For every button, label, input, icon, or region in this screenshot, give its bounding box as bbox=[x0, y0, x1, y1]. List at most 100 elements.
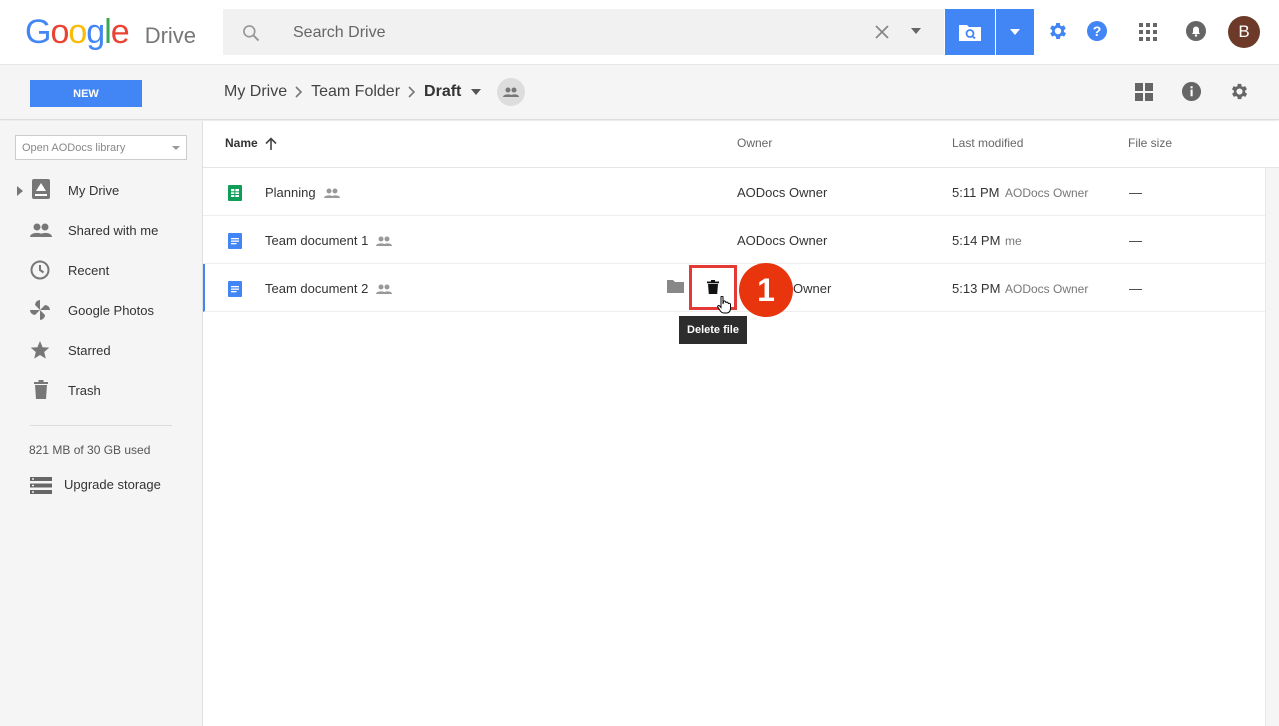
search-input[interactable] bbox=[293, 21, 853, 45]
file-name-text: Team document 2 bbox=[265, 281, 369, 296]
svg-text:?: ? bbox=[1093, 23, 1102, 39]
photos-icon bbox=[30, 300, 50, 320]
sidebar-item-label: Shared with me bbox=[68, 223, 159, 238]
google-docs-icon bbox=[228, 281, 242, 297]
delete-file-tooltip: Delete file bbox=[679, 316, 747, 344]
expand-arrow-icon[interactable] bbox=[17, 186, 23, 196]
search-box bbox=[223, 9, 944, 55]
people-icon bbox=[30, 223, 52, 237]
chevron-right-icon bbox=[408, 86, 416, 98]
sidebar-item-shared-with-me[interactable]: Shared with me bbox=[0, 214, 203, 246]
modified-by: AODocs Owner bbox=[1005, 186, 1089, 200]
clock-icon bbox=[30, 260, 50, 280]
shared-folder-people-icon[interactable] bbox=[497, 78, 526, 106]
scrollbar[interactable] bbox=[1265, 168, 1279, 726]
sidebar-item-recent[interactable]: Recent bbox=[0, 254, 203, 286]
notifications-bell-icon[interactable] bbox=[1185, 20, 1207, 42]
shared-people-icon bbox=[323, 188, 340, 198]
sort-ascending-arrow-icon bbox=[265, 136, 277, 150]
column-header-file-size[interactable]: File size bbox=[1128, 136, 1172, 150]
drive-icon bbox=[32, 179, 50, 199]
modified-time: 5:11 PM bbox=[952, 185, 1000, 200]
modified-time: 5:13 PM bbox=[952, 281, 1001, 296]
breadcrumb: My Drive Team Folder Draft bbox=[224, 78, 526, 106]
modified-time: 5:14 PM bbox=[952, 233, 1001, 248]
move-to-folder-icon[interactable] bbox=[667, 280, 684, 293]
file-name[interactable]: Team document 1 bbox=[265, 233, 393, 248]
table-row[interactable]: Planning AODocs Owner 5:11 PM AODocs Own… bbox=[203, 168, 1265, 216]
file-size: — bbox=[1129, 185, 1142, 200]
grid-view-icon[interactable] bbox=[1135, 83, 1153, 101]
storage-usage: 821 MB of 30 GB used bbox=[29, 443, 151, 457]
apps-grid-icon[interactable] bbox=[1139, 23, 1157, 41]
modified-by: me bbox=[1005, 234, 1022, 248]
google-sheets-icon bbox=[228, 185, 242, 201]
search-icon[interactable] bbox=[241, 23, 261, 43]
column-header-owner[interactable]: Owner bbox=[737, 136, 772, 150]
settings-gear-icon[interactable] bbox=[1229, 81, 1250, 102]
owner-cell: Owner bbox=[793, 281, 832, 296]
storage-icon bbox=[30, 477, 52, 494]
google-logo-text: Google bbox=[25, 13, 130, 51]
avatar-initial: B bbox=[1238, 22, 1250, 41]
shared-people-icon bbox=[376, 236, 393, 246]
file-name-text: Planning bbox=[265, 185, 316, 200]
shared-people-icon bbox=[376, 284, 393, 294]
aodocs-search-button[interactable] bbox=[945, 9, 995, 55]
sidebar-item-label: My Drive bbox=[68, 183, 120, 198]
step-number-badge: 1 bbox=[739, 263, 793, 317]
action-bar: NEW My Drive Team Folder Draft bbox=[0, 65, 1279, 120]
file-size: — bbox=[1129, 233, 1142, 248]
file-name-text: Team document 1 bbox=[265, 233, 369, 248]
top-bar: Google Drive ? B bbox=[0, 0, 1279, 65]
column-header-last-modified[interactable]: Last modified bbox=[952, 136, 1023, 150]
column-header-name[interactable]: Name bbox=[225, 136, 277, 150]
account-avatar[interactable]: B bbox=[1228, 16, 1260, 48]
hand-cursor-icon bbox=[717, 296, 731, 314]
file-name[interactable]: Planning bbox=[265, 185, 340, 200]
owner-cell: AODocs Owner bbox=[737, 233, 828, 248]
breadcrumb-draft[interactable]: Draft bbox=[424, 83, 461, 101]
breadcrumb-my-drive[interactable]: My Drive bbox=[224, 83, 287, 101]
upgrade-storage-link[interactable]: Upgrade storage bbox=[30, 473, 190, 497]
search-options-chevron-down-icon[interactable] bbox=[911, 28, 921, 34]
library-select-placeholder: Open AODocs library bbox=[22, 142, 126, 154]
info-icon[interactable] bbox=[1181, 81, 1202, 102]
sidebar: Open AODocs library My Drive Shared with… bbox=[0, 121, 203, 726]
sidebar-item-label: Google Photos bbox=[68, 303, 155, 318]
google-docs-icon bbox=[228, 233, 242, 249]
table-row[interactable]: Team document 1 AODocs Owner 5:14 PM me … bbox=[203, 216, 1265, 264]
upgrade-storage-label: Upgrade storage bbox=[64, 477, 161, 492]
sidebar-item-trash[interactable]: Trash bbox=[0, 374, 203, 406]
sidebar-item-label: Starred bbox=[68, 343, 111, 358]
sidebar-item-label: Recent bbox=[68, 263, 110, 278]
chevron-right-icon bbox=[295, 86, 303, 98]
product-name: Drive bbox=[144, 23, 197, 48]
list-header: Name Owner Last modified File size bbox=[203, 121, 1279, 168]
aodocs-settings-gear-icon[interactable] bbox=[1047, 20, 1069, 42]
google-drive-logo[interactable]: Google Drive bbox=[25, 13, 197, 51]
sidebar-item-label: Trash bbox=[68, 383, 101, 398]
chevron-down-icon bbox=[1010, 29, 1020, 35]
column-label: Name bbox=[225, 136, 258, 150]
clear-search-icon[interactable] bbox=[873, 23, 891, 41]
sidebar-item-google-photos[interactable]: Google Photos bbox=[0, 294, 203, 326]
divider bbox=[30, 425, 172, 426]
folder-search-icon bbox=[958, 22, 982, 42]
trash-icon bbox=[707, 280, 719, 294]
folder-menu-chevron-down-icon[interactable] bbox=[471, 89, 482, 95]
new-button[interactable]: NEW bbox=[30, 80, 142, 107]
file-name[interactable]: Team document 2 bbox=[265, 281, 393, 296]
modified-by: AODocs Owner bbox=[1005, 282, 1089, 296]
help-icon[interactable]: ? bbox=[1086, 20, 1108, 42]
star-icon bbox=[30, 340, 50, 360]
sidebar-item-starred[interactable]: Starred bbox=[0, 334, 203, 366]
breadcrumb-team-folder[interactable]: Team Folder bbox=[311, 83, 400, 101]
trash-icon bbox=[34, 380, 48, 399]
aodocs-library-select[interactable]: Open AODocs library bbox=[15, 135, 187, 160]
owner-cell: AODocs Owner bbox=[737, 185, 828, 200]
file-size: — bbox=[1129, 281, 1142, 296]
sidebar-item-my-drive[interactable]: My Drive bbox=[0, 174, 203, 206]
aodocs-search-dropdown[interactable] bbox=[996, 9, 1034, 55]
file-list: Name Owner Last modified File size Plann… bbox=[203, 121, 1279, 726]
